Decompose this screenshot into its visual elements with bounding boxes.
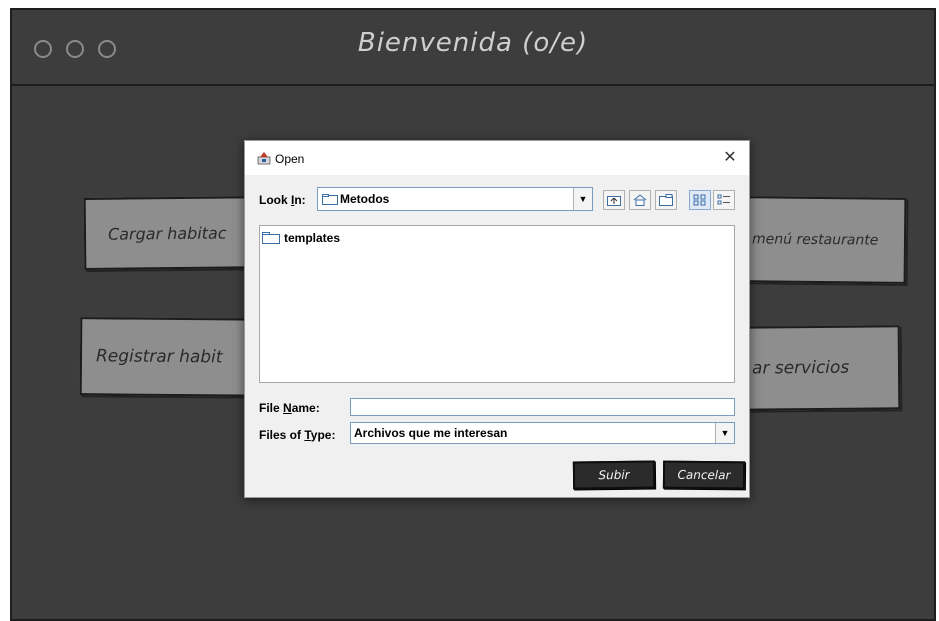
chevron-down-icon[interactable]: ▼ [573,188,592,210]
register-rooms-label: Registrar habit [95,346,223,368]
submit-label: Subir [598,467,630,483]
up-folder-icon [607,196,621,206]
new-folder-icon [659,194,673,206]
close-icon[interactable]: ✕ [719,147,741,169]
open-file-dialog: Open ✕ Look In: Metodos ▼ templates File… [244,140,750,498]
list-view-button[interactable] [689,190,711,210]
look-in-value: Metodos [340,192,390,206]
restaurant-menu-label: menú restaurante [751,231,879,249]
chevron-down-icon[interactable]: ▼ [715,423,734,443]
details-view-button[interactable] [713,190,735,210]
files-of-type-value: Archivos que me interesan [354,426,508,440]
file-list[interactable]: templates [259,225,735,383]
dialog-titlebar: Open ✕ [245,141,749,175]
services-label: ar servicios [751,357,850,379]
submit-button[interactable]: Subir [572,460,656,490]
cancel-button[interactable]: Cancelar [662,460,746,490]
welcome-title: Bienvenida (o/e) [357,28,589,58]
list-item[interactable]: templates [262,231,340,245]
details-view-icon [717,194,730,205]
list-view-icon [693,194,706,206]
home-icon [633,194,647,206]
look-in-combo[interactable]: Metodos ▼ [317,187,593,211]
file-name-label: File Name: [259,401,320,415]
folder-icon [262,232,280,244]
file-name-field[interactable] [350,398,735,416]
files-of-type-combo[interactable]: Archivos que me interesan ▼ [350,422,735,444]
up-folder-button[interactable] [603,190,625,210]
new-folder-button[interactable] [655,190,677,210]
restaurant-menu-button[interactable]: menú restaurante [731,196,907,284]
folder-icon [322,194,338,205]
look-in-label: Look In: [259,193,306,207]
dialog-title: Open [275,152,305,166]
home-button[interactable] [629,190,651,210]
welcome-titlebar: Bienvenida (o/e) [12,10,934,86]
file-item-label: templates [284,231,341,245]
services-button[interactable]: ar servicios [729,325,901,411]
java-cup-icon [257,152,271,165]
cancel-label: Cancelar [677,467,731,483]
load-rooms-label: Cargar habitac [107,223,227,244]
files-of-type-label: Files of Type: [259,428,336,442]
